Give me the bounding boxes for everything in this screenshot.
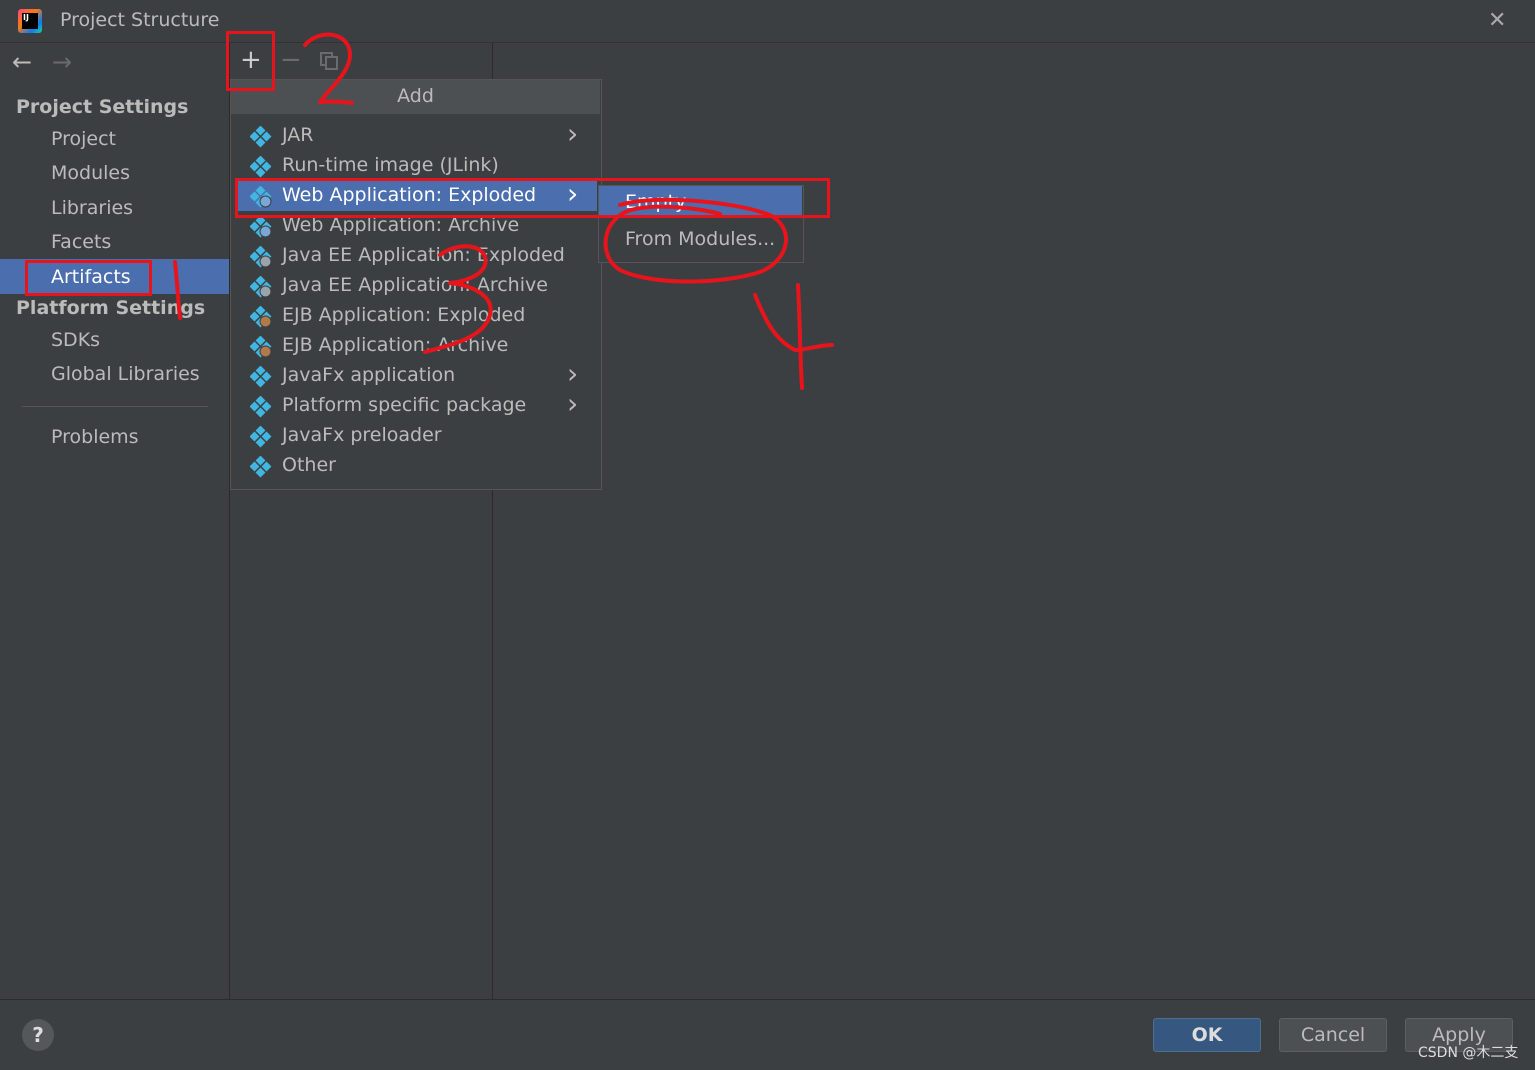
menu-item-jar[interactable]: JAR [282,124,313,146]
ok-button[interactable]: OK [1153,1018,1261,1052]
submenu-item-from-modules[interactable]: From Modules... [625,228,775,250]
web-artifact-icon [249,215,272,238]
watermark: CSDN @木二支 [1418,1045,1519,1061]
annotation-4 [753,283,834,390]
ejb-artifact-icon [249,335,272,358]
menu-item-javafx-application[interactable]: JavaFx application [282,364,455,386]
cancel-button[interactable]: Cancel [1279,1018,1387,1052]
sidebar-item-global-libraries[interactable]: Global Libraries [51,363,200,385]
menu-item-platform-specific-package[interactable]: Platform specific package [282,394,526,416]
ejb-artifact-icon [249,305,272,328]
menu-item-java-ee-application-archive[interactable]: Java EE Application: Archive [282,274,548,296]
javaee-artifact-icon [249,245,272,268]
artifact-icon [249,455,272,478]
artifact-icon [249,395,272,418]
javaee-artifact-icon [249,275,272,298]
menu-item-javafx-preloader[interactable]: JavaFx preloader [282,424,442,446]
annotation-box-artifacts [25,260,152,296]
artifact-icon [249,365,272,388]
add-popup-title: Add [397,85,434,107]
menu-item-other[interactable]: Other [282,454,336,476]
chevron-right-icon: › [567,357,579,390]
project-settings-header: Project Settings [16,96,189,118]
artifact-icon [249,155,272,178]
sidebar-item-sdks[interactable]: SDKs [51,329,100,351]
sidebar-item-project[interactable]: Project [51,128,116,150]
sidebar-item-problems[interactable]: Problems [51,426,139,448]
menu-item-java-ee-application-exploded[interactable]: Java EE Application: Exploded [282,244,565,266]
sidebar-item-modules[interactable]: Modules [51,162,130,184]
window-title: Project Structure [60,9,220,31]
artifact-icon [249,425,272,448]
chevron-right-icon: › [567,387,579,420]
forward-arrow-icon[interactable]: → [52,48,72,76]
menu-item-ejb-application-archive[interactable]: EJB Application: Archive [282,334,508,356]
back-arrow-icon[interactable]: ← [12,48,32,76]
chevron-right-icon: › [567,117,579,150]
menu-item-ejb-application-exploded[interactable]: EJB Application: Exploded [282,304,525,326]
sidebar-divider [22,406,208,407]
artifact-icon [249,125,272,148]
annotation-box-web-exploded [235,178,830,218]
sidebar [0,43,230,999]
copy-icon[interactable] [320,52,338,70]
help-button[interactable]: ? [22,1019,54,1051]
intellij-logo-icon: IJ [18,9,42,33]
remove-icon[interactable]: − [280,45,302,75]
close-icon[interactable]: ✕ [1488,8,1506,33]
platform-settings-header: Platform Settings [16,297,206,319]
annotation-box-add [226,31,275,91]
sidebar-item-facets[interactable]: Facets [51,231,111,253]
menu-item-run-time-image-jlink[interactable]: Run-time image (JLink) [282,154,499,176]
sidebar-item-libraries[interactable]: Libraries [51,197,133,219]
